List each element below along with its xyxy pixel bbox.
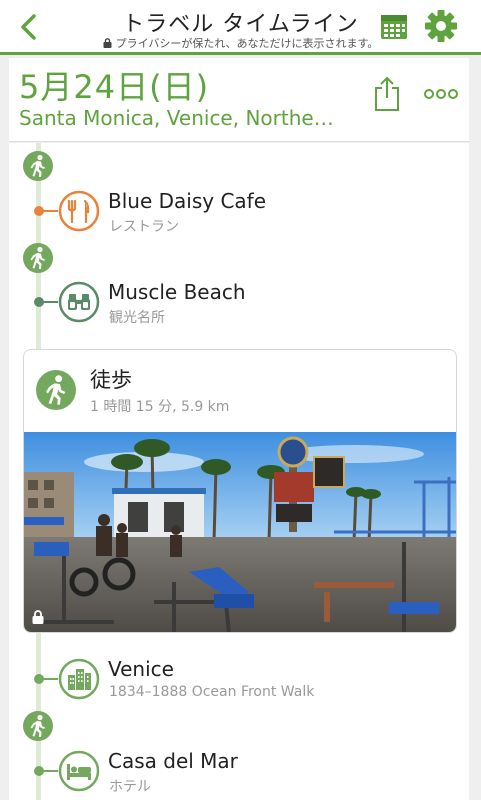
city-icon — [58, 658, 100, 700]
restaurant-icon — [58, 190, 100, 232]
walk-card-details: 1 時間 15 分, 5.9 km — [90, 399, 230, 415]
day-date[interactable]: 5月24日(日) — [19, 62, 209, 108]
stop-connector — [41, 678, 59, 680]
stop-address: 1834–1888 Ocean Front Walk — [109, 684, 315, 700]
share-icon[interactable] — [373, 76, 401, 112]
timeline: Blue Daisy Cafe レストラン Muscle Beach 観光名所 … — [9, 143, 469, 800]
gear-icon[interactable] — [424, 9, 458, 43]
hotel-icon — [58, 750, 100, 792]
day-places: Santa Monica, Venice, Northe… — [19, 106, 334, 130]
more-icon[interactable] — [423, 88, 459, 100]
lock-icon — [32, 610, 44, 624]
walking-icon — [23, 711, 53, 741]
walking-icon — [36, 370, 76, 410]
stop-name: Venice — [108, 657, 174, 681]
day-header: 5月24日(日) Santa Monica, Venice, Northe… — [9, 58, 469, 142]
navigation-bar: トラベル タイムライン プライバシーが保たれ、あなただけに表示されます。 — [0, 0, 481, 55]
stop-name: Casa del Mar — [108, 749, 238, 773]
walk-card[interactable]: 徒歩 1 時間 15 分, 5.9 km — [23, 349, 457, 633]
stop-category: ホテル — [109, 779, 151, 795]
walking-icon — [23, 243, 53, 273]
lock-icon — [103, 38, 112, 48]
privacy-note-text: プライバシーが保たれ、あなただけに表示されます。 — [115, 37, 379, 50]
stop-category: レストラン — [109, 219, 179, 235]
stop-connector — [41, 770, 59, 772]
binoculars-icon — [58, 281, 100, 323]
stop-connector — [41, 301, 59, 303]
page-title: トラベル タイムライン — [122, 12, 359, 37]
stop-connector — [41, 210, 59, 212]
stop-name: Blue Daisy Cafe — [108, 189, 267, 213]
stop-category: 観光名所 — [109, 310, 165, 326]
walking-icon — [23, 151, 53, 181]
muscle-beach-photo[interactable] — [24, 432, 457, 633]
calendar-icon[interactable] — [380, 14, 408, 40]
stop-name: Muscle Beach — [108, 280, 246, 304]
privacy-note: プライバシーが保たれ、あなただけに表示されます。 — [0, 35, 481, 51]
walk-card-title: 徒歩 — [90, 368, 132, 392]
